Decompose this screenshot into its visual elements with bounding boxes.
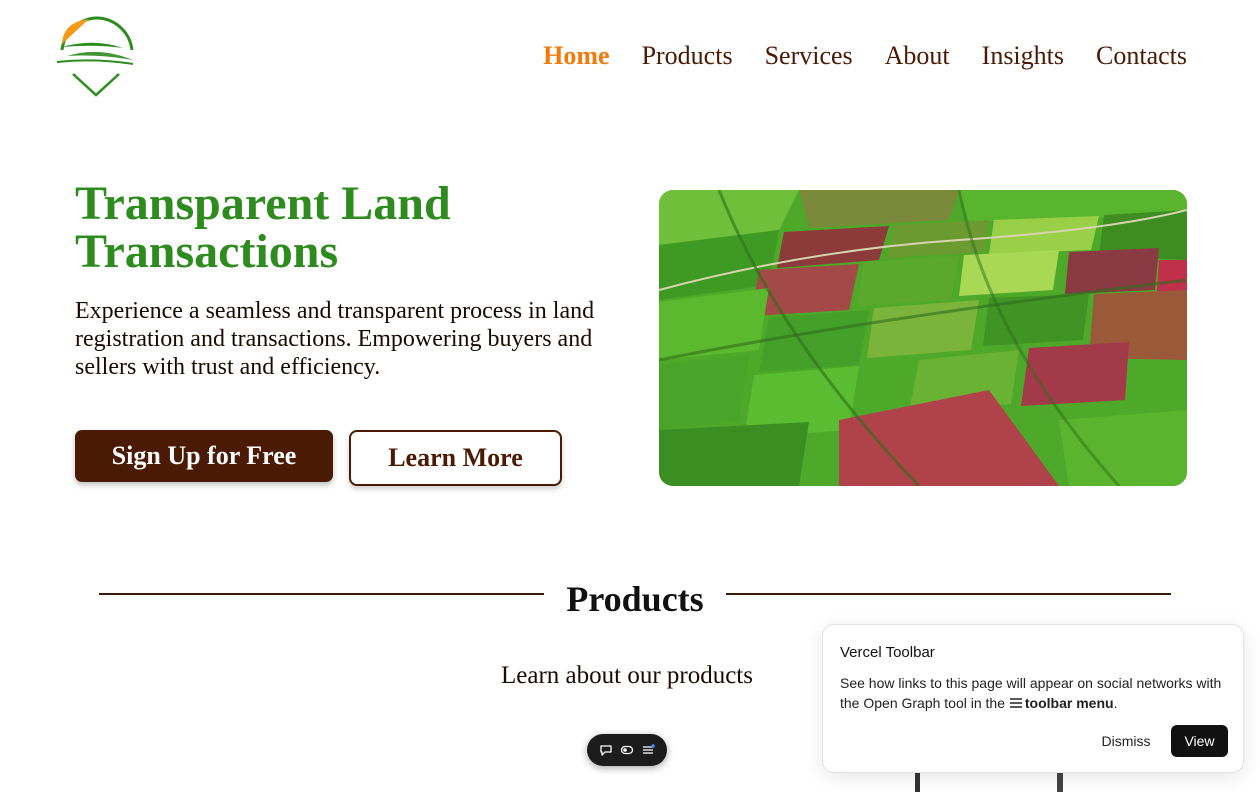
view-button[interactable]: View [1171, 725, 1228, 757]
mini-toolbar [587, 734, 667, 766]
products-subtitle: Learn about our products [500, 662, 753, 689]
nav-services[interactable]: Services [765, 40, 853, 72]
land-sun-logo-icon [56, 16, 134, 97]
nav-home[interactable]: Home [543, 40, 609, 72]
popup-body: See how links to this page will appear o… [840, 673, 1230, 713]
menu-lines-icon [1009, 698, 1022, 708]
products-title: Products [566, 579, 704, 619]
site-logo[interactable] [55, 14, 137, 100]
nav-insights[interactable]: Insights [982, 40, 1064, 72]
popup-body-bold: toolbar menu [1024, 695, 1114, 711]
toggle-icon[interactable] [619, 742, 635, 758]
nav-products[interactable]: Products [642, 40, 733, 72]
comment-icon[interactable] [598, 742, 614, 758]
aerial-farmland-image [659, 190, 1187, 486]
hero-image [659, 190, 1187, 486]
hero-title: Transparent Land Transactions [75, 177, 451, 278]
product-stand-icon [915, 772, 1063, 792]
nav-about[interactable]: About [885, 40, 950, 72]
menu-icon[interactable] [640, 742, 656, 758]
product-image-partial [905, 770, 1085, 792]
learn-more-button[interactable]: Learn More [349, 430, 562, 486]
nav-contacts[interactable]: Contacts [1096, 40, 1187, 72]
sign-up-button[interactable]: Sign Up for Free [75, 430, 333, 482]
main-nav: Home Products Services About Insights Co… [543, 40, 1187, 72]
vercel-toolbar-popup: Vercel Toolbar See how links to this pag… [822, 624, 1244, 773]
section-divider-right [726, 593, 1171, 595]
hero-subtitle: Experience a seamless and transparent pr… [75, 298, 595, 380]
popup-title: Vercel Toolbar [840, 644, 935, 661]
dismiss-button[interactable]: Dismiss [1091, 725, 1161, 757]
section-divider-left [99, 593, 544, 595]
popup-body-suffix: . [1113, 695, 1118, 711]
